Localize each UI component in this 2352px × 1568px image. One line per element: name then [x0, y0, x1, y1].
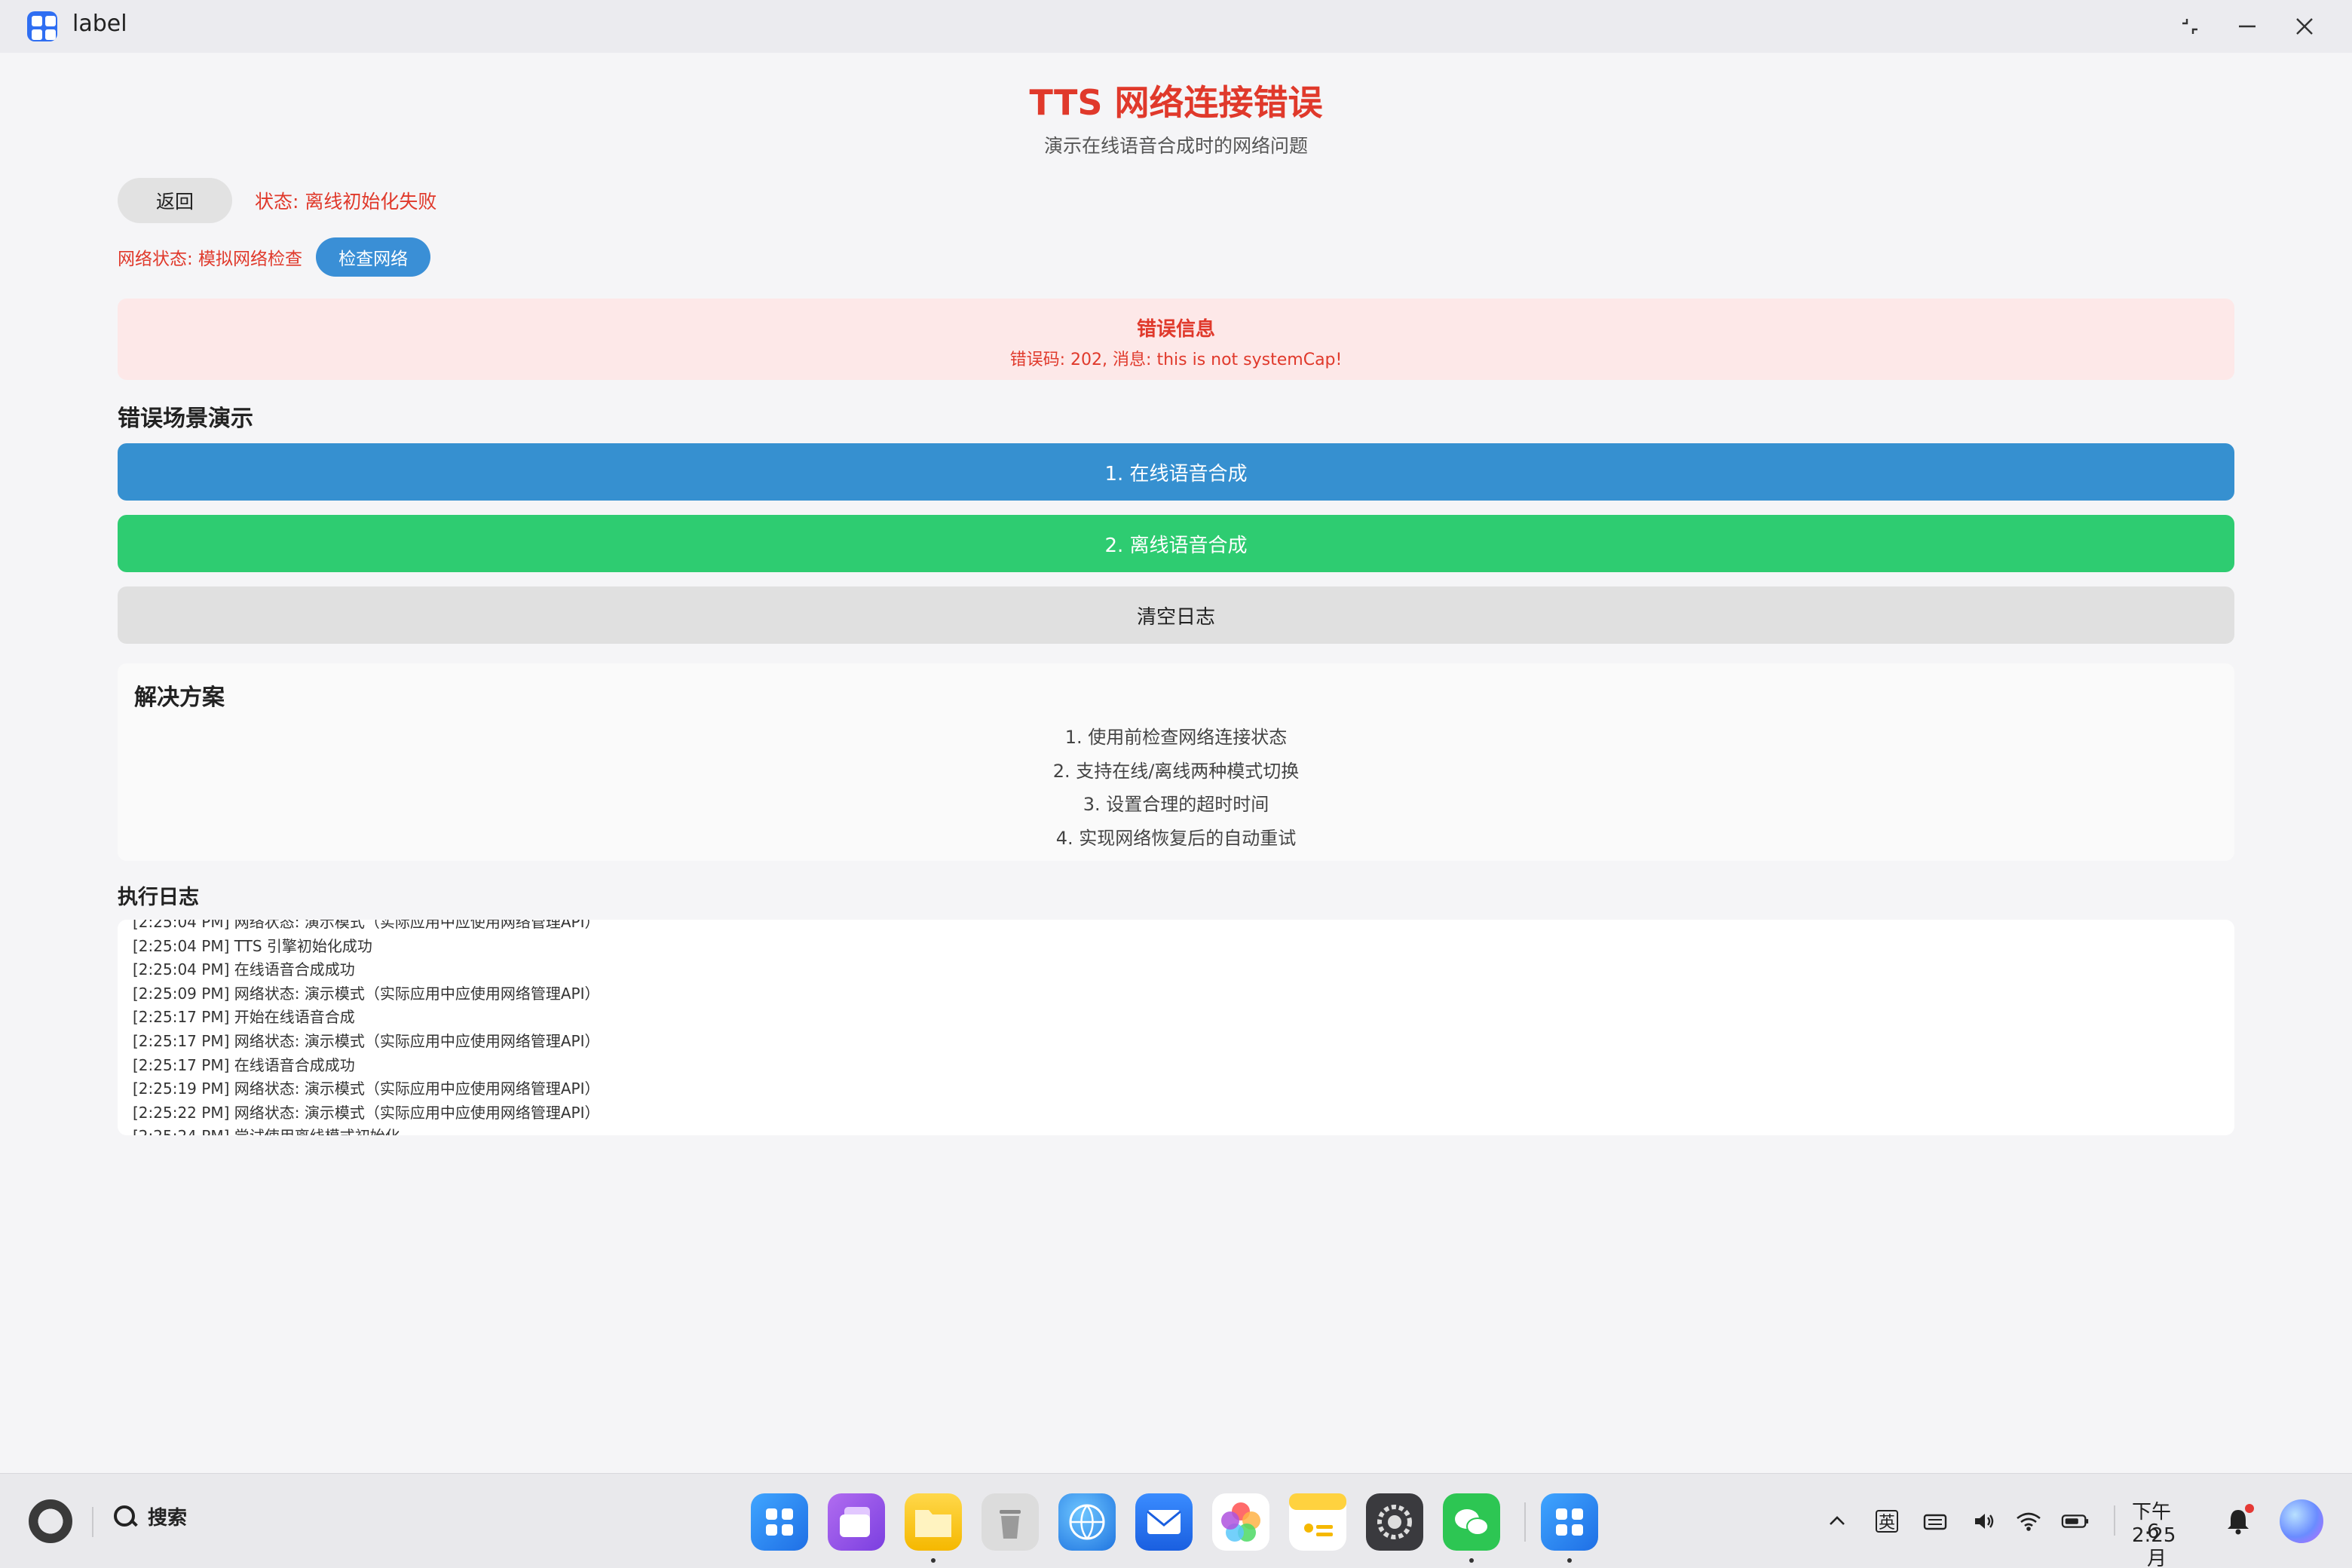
wifi-icon[interactable] — [2014, 1507, 2043, 1536]
running-indicator — [1567, 1558, 1572, 1563]
online-tts-button[interactable]: 1. 在线语音合成 — [118, 443, 2234, 501]
log-line: [2:25:04 PM] TTS 引擎初始化成功 — [133, 936, 372, 955]
log-scroll-area[interactable]: [2:25:04 PM] 网络状态: 演示模式（实际应用中应使用网络管理API）… — [118, 920, 2234, 1135]
log-line: [2:25:04 PM] 网络状态: 演示模式（实际应用中应使用网络管理API） — [133, 920, 600, 931]
input-method-indicator[interactable]: 英 — [1873, 1507, 1901, 1536]
restore-icon[interactable] — [2171, 9, 2209, 44]
back-button[interactable]: 返回 — [118, 178, 232, 223]
volume-icon[interactable] — [1971, 1507, 1999, 1536]
log-line: [2:25:09 PM] 网络状态: 演示模式（实际应用中应使用网络管理API） — [133, 984, 600, 1003]
input-method-label: 英 — [1876, 1510, 1898, 1533]
page-subtitle: 演示在线语音合成时的网络问题 — [1043, 135, 1308, 157]
battery-icon[interactable] — [2061, 1507, 2090, 1536]
window-title: label — [72, 11, 127, 37]
page-title: TTS 网络连接错误 — [1029, 82, 1323, 123]
photos-icon[interactable] — [1212, 1493, 1269, 1551]
check-network-button[interactable]: 检查网络 — [316, 237, 431, 277]
offline-tts-button[interactable]: 2. 离线语音合成 — [118, 515, 2234, 572]
taskbar: 搜索 英 下午2:25 6月 — [0, 1473, 2352, 1568]
search-label: 搜索 — [148, 1507, 188, 1530]
solution-item: 4. 实现网络恢复后的自动重试 — [1055, 827, 1297, 849]
log-line: [2:25:17 PM] 在线语音合成成功 — [133, 1055, 355, 1074]
trash-icon[interactable] — [982, 1493, 1039, 1551]
log-line: [2:25:24 PM] 尝试使用离线模式初始化 — [133, 1125, 599, 1135]
keyboard-icon[interactable] — [1921, 1507, 1949, 1536]
app-center-icon[interactable] — [751, 1493, 808, 1551]
taskbar-divider — [92, 1507, 93, 1537]
scenarios-heading: 错误场景演示 — [118, 406, 253, 432]
solution-item: 3. 设置合理的超时时间 — [1083, 794, 1269, 815]
log-line: [2:25:04 PM] 在线语音合成成功 — [133, 960, 355, 979]
log-line: [2:25:17 PM] 开始在线语音合成 — [133, 1008, 355, 1027]
mail-icon[interactable] — [1135, 1493, 1193, 1551]
notification-badge — [2245, 1504, 2254, 1513]
clear-log-button[interactable]: 清空日志 — [118, 586, 2234, 644]
status-text: 状态: 离线初始化失败 — [255, 191, 437, 213]
search-icon — [112, 1503, 139, 1530]
chevron-up-icon[interactable] — [1823, 1507, 1851, 1536]
log-heading: 执行日志 — [118, 886, 199, 909]
error-title: 错误信息 — [1136, 318, 1215, 341]
files-icon[interactable] — [905, 1493, 962, 1551]
solutions-list: 1. 使用前检查网络连接状态 2. 支持在线/离线两种模式切换 3. 设置合理的… — [118, 721, 2234, 855]
error-message: 错误码: 202, 消息: this is not systemCap! — [1009, 351, 1343, 369]
clock-date[interactable]: 6月6日 — [2147, 1521, 2167, 1568]
network-status-text: 网络状态: 模拟网络检查 — [118, 250, 303, 269]
log-line: [2:25:19 PM] 网络状态: 演示模式（实际应用中应使用网络管理API） — [133, 1080, 600, 1098]
error-info-panel: 错误信息 错误码: 202, 消息: this is not systemCap… — [118, 299, 2234, 380]
log-list: [2:25:04 PM] 网络状态: 演示模式（实际应用中应使用网络管理API）… — [133, 920, 599, 1135]
notes-icon[interactable] — [1289, 1493, 1346, 1551]
main-content: TTS 网络连接错误 演示在线语音合成时的网络问题 返回 状态: 离线初始化失败… — [0, 53, 2352, 1473]
log-line: [2:25:22 PM] 网络状态: 演示模式（实际应用中应使用网络管理API） — [133, 1103, 600, 1122]
close-icon[interactable] — [2286, 9, 2323, 44]
label-app-icon[interactable] — [1541, 1493, 1598, 1551]
running-indicator — [1469, 1558, 1474, 1563]
app-icon — [27, 11, 57, 41]
dock-divider — [1524, 1502, 1526, 1542]
tray-divider — [2114, 1505, 2115, 1536]
start-icon[interactable] — [29, 1499, 72, 1543]
solution-item: 1. 使用前检查网络连接状态 — [1064, 727, 1288, 748]
window-titlebar: label — [0, 0, 2352, 53]
assistant-icon[interactable] — [2280, 1499, 2323, 1543]
network-row: 网络状态: 模拟网络检查 检查网络 — [118, 237, 431, 277]
taskbar-search[interactable]: 搜索 — [112, 1502, 187, 1530]
status-row: 返回 状态: 离线初始化失败 — [118, 178, 436, 223]
solution-item: 2. 支持在线/离线两种模式切换 — [1052, 760, 1300, 782]
solutions-heading: 解决方案 — [134, 684, 225, 711]
settings-icon[interactable] — [1366, 1493, 1423, 1551]
minimize-icon[interactable] — [2228, 9, 2266, 44]
multitask-icon[interactable] — [828, 1493, 885, 1551]
wechat-icon[interactable] — [1443, 1493, 1500, 1551]
solutions-panel: 解决方案 1. 使用前检查网络连接状态 2. 支持在线/离线两种模式切换 3. … — [118, 663, 2234, 861]
log-line: [2:25:17 PM] 网络状态: 演示模式（实际应用中应使用网络管理API） — [133, 1031, 600, 1050]
running-indicator — [931, 1558, 936, 1563]
browser-icon[interactable] — [1058, 1493, 1116, 1551]
